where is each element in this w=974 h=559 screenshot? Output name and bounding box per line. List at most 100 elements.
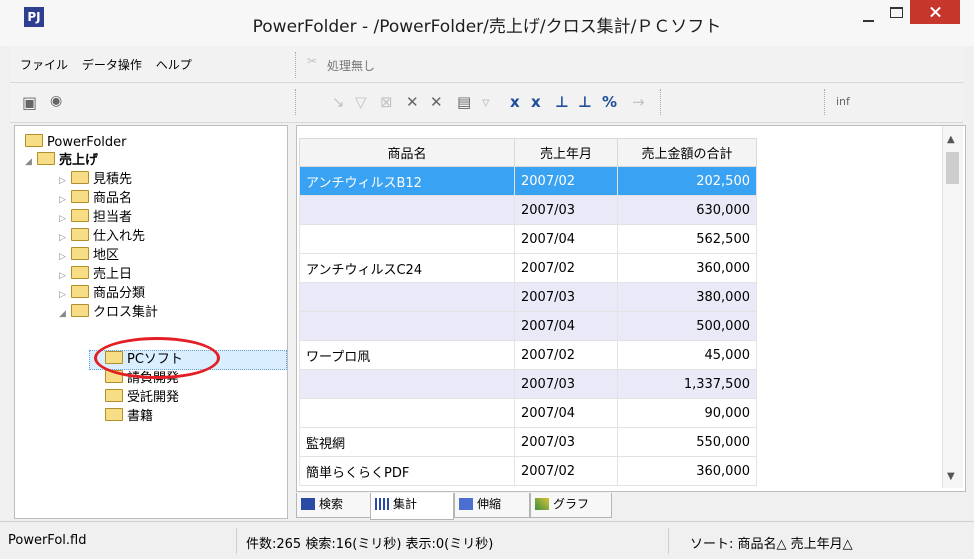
cross-tab-2-icon[interactable]: ✕	[430, 93, 443, 111]
tree-item-child[interactable]: ▷ 商品名	[59, 190, 132, 208]
table-row[interactable]: 2007/04 90,000	[299, 398, 757, 428]
folder-icon	[37, 152, 55, 165]
calc-sum2-icon[interactable]: ⊥	[578, 93, 592, 111]
tree-item-sales[interactable]: ◢ 売上げ	[25, 152, 98, 170]
calc-sum-icon[interactable]: ⊥	[555, 93, 569, 111]
cell-product[interactable]: ワープロ凧	[299, 340, 515, 370]
tab-graph[interactable]: グラフ	[530, 493, 612, 518]
format-icon[interactable]: ▿	[482, 93, 490, 111]
table-row[interactable]: 2007/04 562,500	[299, 224, 757, 254]
folder-icon	[71, 304, 89, 317]
info-label[interactable]: inf	[836, 95, 850, 108]
calc-x2-icon[interactable]: x	[531, 93, 541, 111]
calc-x-icon[interactable]: x	[510, 93, 520, 111]
cell-month[interactable]: 2007/02	[514, 456, 618, 486]
tree-item-child[interactable]: ▷ 担当者	[59, 209, 132, 227]
cell-total[interactable]: 380,000	[617, 282, 757, 312]
cell-total[interactable]: 562,500	[617, 224, 757, 254]
cell-product[interactable]	[299, 398, 515, 428]
tree-item-child[interactable]: ▷ 仕入れ先	[59, 228, 145, 246]
scroll-thumb[interactable]	[946, 152, 959, 184]
cell-month[interactable]: 2007/03	[514, 195, 618, 225]
table-row[interactable]: 簡単らくらくPDF 2007/02 360,000	[299, 456, 757, 486]
cell-product[interactable]	[299, 311, 515, 341]
cell-month[interactable]: 2007/02	[514, 253, 618, 283]
table-row[interactable]: アンチウィルスC24 2007/02 360,000	[299, 253, 757, 283]
cell-product[interactable]: 監視網	[299, 427, 515, 457]
menu-separator	[295, 52, 297, 78]
copy-icon[interactable]: ▤	[457, 93, 471, 111]
menu-data-operations[interactable]: データ操作	[82, 58, 142, 72]
cell-total[interactable]: 630,000	[617, 195, 757, 225]
cell-month[interactable]: 2007/03	[514, 369, 618, 399]
tree-item-child[interactable]: ▷ 売上日	[59, 266, 132, 284]
cell-product[interactable]	[299, 195, 515, 225]
column-header-total[interactable]: 売上金額の合計	[617, 138, 757, 167]
tree-item-root[interactable]: PowerFolder	[25, 134, 126, 152]
cell-month[interactable]: 2007/03	[514, 282, 618, 312]
status-counts: 件数:265 検索:16(ミリ秒) 表示:0(ミリ秒)	[246, 537, 494, 552]
data-grid[interactable]: 商品名 売上年月 売上金額の合計 アンチウィルスB12 2007/02 202,50…	[296, 125, 966, 492]
cell-total[interactable]: 202,500	[617, 166, 757, 196]
cell-product[interactable]	[299, 369, 515, 399]
table-row[interactable]: 2007/04 500,000	[299, 311, 757, 341]
cross-tab-icon[interactable]: ✕	[406, 93, 419, 111]
scroll-up-icon[interactable]: ▲	[947, 134, 955, 145]
table-row[interactable]: 2007/03 1,337,500	[299, 369, 757, 399]
title-bar[interactable]: PJ PowerFolder - /PowerFolder/売上げ/クロス集計/…	[0, 0, 974, 46]
close-button[interactable]	[910, 0, 960, 24]
cell-total[interactable]: 45,000	[617, 340, 757, 370]
cell-total[interactable]: 500,000	[617, 311, 757, 341]
status-file: PowerFol.fld	[8, 533, 87, 548]
menu-help[interactable]: ヘルプ	[156, 58, 192, 72]
eye-icon[interactable]: ◉	[50, 93, 62, 109]
tree-item-child[interactable]: ▷ 見積先	[59, 171, 132, 189]
tree-view-icon[interactable]: ▣	[22, 93, 37, 112]
table-row[interactable]: ワープロ凧 2007/02 45,000	[299, 340, 757, 370]
filter-icon[interactable]: ▽	[355, 93, 367, 111]
table-row[interactable]: 2007/03 630,000	[299, 195, 757, 225]
cell-total[interactable]: 1,337,500	[617, 369, 757, 399]
select-icon[interactable]: ⊠	[380, 93, 393, 111]
cell-product[interactable]: 簡単らくらくPDF	[299, 456, 515, 486]
tree-item-cross-child[interactable]: 書籍	[105, 408, 153, 426]
tree-item-cross-child[interactable]: 受託開発	[105, 389, 179, 407]
cell-total[interactable]: 90,000	[617, 398, 757, 428]
tab-aggregate[interactable]: 集計	[370, 493, 454, 520]
cell-month[interactable]: 2007/04	[514, 224, 618, 254]
cell-month[interactable]: 2007/02	[514, 166, 618, 196]
tree-item-child[interactable]: ▷ 地区	[59, 247, 119, 265]
cell-month[interactable]: 2007/04	[514, 398, 618, 428]
menu-file[interactable]: ファイル	[20, 58, 68, 72]
table-row[interactable]: アンチウィルスB12 2007/02 202,500	[299, 166, 757, 196]
cell-total[interactable]: 360,000	[617, 253, 757, 283]
scroll-down-icon[interactable]: ▼	[947, 471, 955, 482]
aggregate-tab-icon	[375, 498, 389, 510]
folder-tree[interactable]: PowerFolder ◢ 売上げ ▷ 見積先 ▷ 商品名 ▷ 担当者 ▷ 仕入れ先 ▷ 地…	[14, 125, 288, 519]
cell-product[interactable]	[299, 224, 515, 254]
table-row[interactable]: 2007/03 380,000	[299, 282, 757, 312]
table-row[interactable]: 監視網 2007/03 550,000	[299, 427, 757, 457]
cell-product[interactable]: アンチウィルスB12	[299, 166, 515, 196]
tab-expand[interactable]: 伸縮	[454, 493, 530, 518]
toolbar-separator-3	[824, 89, 826, 115]
arrow-right-icon[interactable]: →	[632, 93, 645, 111]
percent-icon[interactable]: %	[602, 93, 617, 111]
maximize-button[interactable]	[883, 3, 909, 21]
tab-search[interactable]: 検索	[296, 493, 372, 518]
expand-tab-icon	[459, 498, 473, 510]
cell-total[interactable]: 360,000	[617, 456, 757, 486]
column-header-month[interactable]: 売上年月	[514, 138, 618, 167]
minimize-button[interactable]	[855, 10, 881, 28]
cell-month[interactable]: 2007/03	[514, 427, 618, 457]
column-header-product[interactable]: 商品名	[299, 138, 515, 167]
cell-month[interactable]: 2007/02	[514, 340, 618, 370]
tree-item-cross[interactable]: ◢ クロス集計	[59, 304, 158, 322]
cell-month[interactable]: 2007/04	[514, 311, 618, 341]
cell-product[interactable]: アンチウィルスC24	[299, 253, 515, 283]
vertical-scrollbar[interactable]: ▲ ▼	[942, 126, 963, 488]
tree-item-child[interactable]: ▷ 商品分類	[59, 285, 145, 303]
cell-total[interactable]: 550,000	[617, 427, 757, 457]
sort-icon[interactable]: ↘	[332, 93, 345, 111]
cell-product[interactable]	[299, 282, 515, 312]
